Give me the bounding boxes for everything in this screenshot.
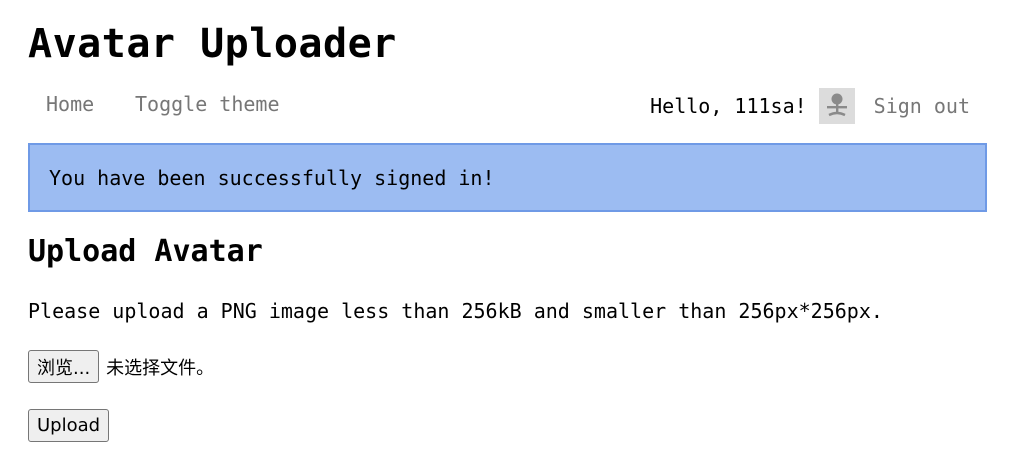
page-title: Avatar Uploader — [28, 21, 397, 67]
avatar-figure-icon — [826, 93, 847, 117]
nav-home-link[interactable]: Home — [46, 92, 94, 116]
user-greeting: Hello, 111sa! — [650, 94, 807, 118]
nav-toggle-theme-link[interactable]: Toggle theme — [135, 92, 280, 116]
sign-out-link[interactable]: Sign out — [874, 94, 970, 118]
flash-message-text: You have been successfully signed in! — [49, 165, 495, 190]
user-menu: Hello, 111sa! Sign out — [650, 87, 970, 125]
flash-message: You have been successfully signed in! — [28, 143, 987, 212]
file-input: 浏览... 未选择文件。 — [28, 350, 214, 383]
top-nav: Home Toggle theme Hello, 111sa! Sign out — [28, 84, 988, 128]
browse-button[interactable]: 浏览... — [28, 350, 100, 383]
upload-instructions: Please upload a PNG image less than 256k… — [28, 299, 883, 323]
upload-button[interactable]: Upload — [28, 409, 110, 442]
upload-avatar-heading: Upload Avatar — [28, 234, 263, 269]
user-avatar-icon — [818, 88, 855, 124]
upload-row: Upload — [28, 409, 110, 442]
file-status-text: 未选择文件。 — [106, 357, 215, 379]
